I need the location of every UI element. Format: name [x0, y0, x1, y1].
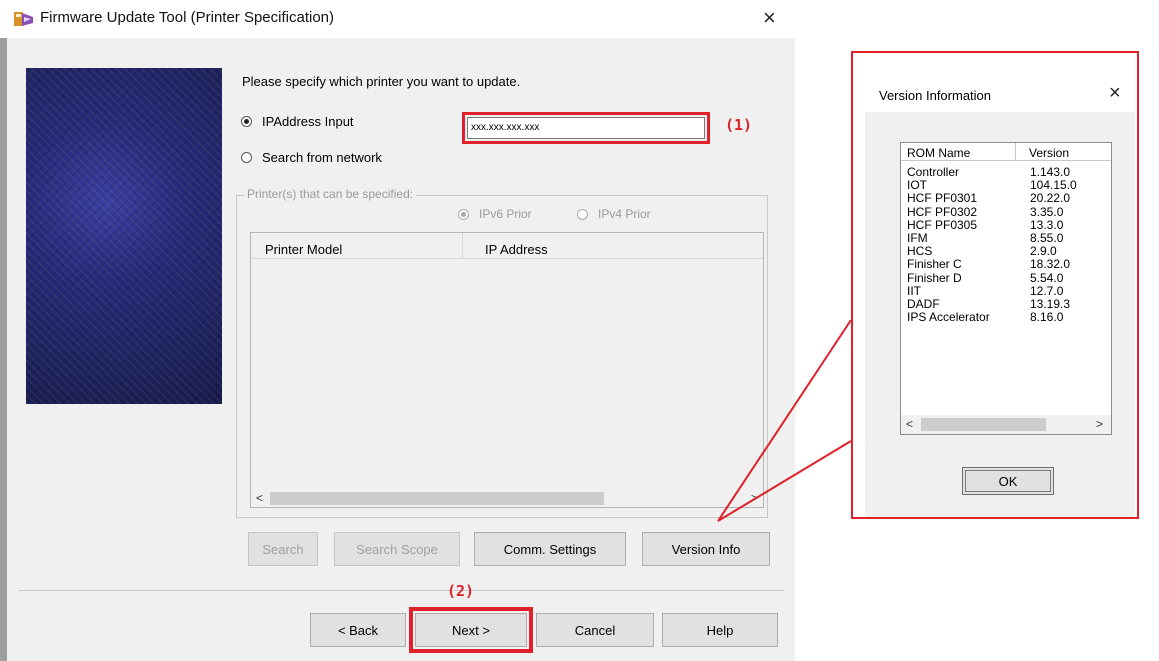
back-button[interactable]: < Back	[310, 613, 406, 647]
close-icon[interactable]: ×	[763, 5, 776, 31]
rom-row[interactable]: Finisher D 5.54.0	[901, 270, 1111, 285]
rom-name: HCF PF0305	[907, 217, 978, 232]
rom-version: 18.32.0	[1030, 257, 1071, 272]
rom-row[interactable]: IFM 8.55.0	[901, 231, 1111, 245]
rom-row[interactable]: IOT 104.15.0	[901, 178, 1111, 193]
column-header-ip-address[interactable]: IP Address	[463, 233, 765, 258]
rom-name: IPS Accelerator	[907, 310, 990, 325]
ipv4-prior-label: IPv4 Prior	[598, 207, 651, 221]
rom-name: IFM	[907, 231, 928, 245]
rom-row[interactable]: HCS 2.9.0	[901, 244, 1111, 259]
ok-button-label: OK	[998, 473, 1018, 489]
button-separator	[18, 590, 784, 591]
help-button[interactable]: Help	[662, 613, 778, 647]
comm-settings-button[interactable]: Comm. Settings	[474, 532, 626, 566]
scroll-left-icon[interactable]: <	[906, 417, 913, 431]
scroll-right-icon[interactable]: >	[751, 491, 758, 505]
ip-address-input-label: IPAddress Input	[262, 114, 354, 129]
rom-row[interactable]: HCF PF0301 20.22.0	[901, 191, 1111, 206]
column-header-printer-model[interactable]: Printer Model	[251, 233, 463, 258]
rom-name: Finisher D	[907, 270, 962, 285]
printer-list[interactable]: Printer Model IP Address < >	[250, 232, 764, 508]
instruction-text: Please specify which printer you want to…	[242, 74, 521, 89]
rom-name: IOT	[907, 178, 927, 193]
ipv6-prior-label: IPv6 Prior	[479, 207, 532, 221]
next-button[interactable]: Next >	[409, 607, 533, 653]
search-from-network-label: Search from network	[262, 150, 382, 165]
column-header-version[interactable]: Version	[1016, 143, 1111, 161]
search-scope-button[interactable]: Search Scope	[334, 532, 460, 566]
cancel-button[interactable]: Cancel	[536, 613, 654, 647]
scrollbar-thumb[interactable]	[270, 492, 604, 505]
rom-version-list[interactable]: ROM Name Version Controller 1.143.0 IOT 104…	[900, 142, 1112, 435]
horizontal-scrollbar[interactable]: < >	[901, 415, 1111, 434]
rom-version: 8.16.0	[1030, 310, 1064, 325]
scrollbar-thumb[interactable]	[921, 418, 1046, 431]
close-icon[interactable]: ×	[1109, 82, 1121, 105]
rom-version: 13.19.3	[1030, 297, 1071, 311]
rom-version: 8.55.0	[1030, 231, 1064, 245]
window-title: Firmware Update Tool (Printer Specificat…	[40, 9, 335, 26]
rom-version: 2.9.0	[1030, 244, 1057, 259]
rom-name: HCF PF0301	[907, 191, 978, 206]
radio-unselected-icon[interactable]	[241, 152, 252, 163]
scroll-right-icon[interactable]: >	[1096, 417, 1103, 431]
version-info-button[interactable]: Version Info	[642, 532, 770, 566]
rom-version: 5.54.0	[1030, 270, 1064, 285]
rom-version: 3.35.0	[1030, 204, 1064, 219]
rom-version: 20.22.0	[1030, 191, 1071, 206]
rom-version: 1.143.0	[1030, 165, 1071, 179]
rom-name: IIT	[907, 283, 921, 298]
window-border	[0, 38, 7, 661]
horizontal-scrollbar[interactable]: < >	[251, 490, 763, 507]
search-button[interactable]: Search	[248, 532, 318, 566]
ipv4-prior-option[interactable]: IPv4 Prior	[577, 207, 651, 221]
version-dialog-title: Version Information	[879, 88, 992, 103]
rom-row[interactable]: IIT 12.7.0	[901, 283, 1111, 298]
rom-row[interactable]: HCF PF0305 13.3.0	[901, 217, 1111, 232]
rom-version: 104.15.0	[1030, 178, 1077, 193]
rom-row[interactable]: Controller 1.143.0	[901, 165, 1111, 179]
rom-name: DADF	[907, 297, 940, 311]
radio-unselected-icon[interactable]	[577, 208, 588, 220]
firmware-app-icon	[14, 12, 33, 26]
scroll-left-icon[interactable]: <	[256, 491, 263, 505]
wizard-side-image	[26, 68, 222, 404]
rom-name: HCF PF0302	[907, 204, 978, 219]
radio-selected-icon[interactable]	[241, 116, 252, 127]
rom-row[interactable]: Finisher C 18.32.0	[901, 257, 1111, 272]
rom-name: Finisher C	[907, 257, 962, 272]
printer-list-header: Printer Model IP Address	[251, 233, 763, 259]
printer-group-title: Printer(s) that can be specified:	[244, 187, 417, 201]
rom-row[interactable]: HCF PF0302 3.35.0	[901, 204, 1111, 219]
ok-button[interactable]: OK	[962, 467, 1054, 495]
callout-1-label: (1)	[725, 116, 753, 134]
rom-version: 12.7.0	[1030, 283, 1064, 298]
rom-name: HCS	[907, 244, 933, 259]
search-from-network-option[interactable]: Search from network	[241, 150, 382, 165]
radio-selected-icon[interactable]	[458, 208, 469, 220]
rom-row[interactable]: DADF 13.19.3	[901, 297, 1111, 311]
rom-version: 13.3.0	[1030, 217, 1064, 232]
ipv6-prior-option[interactable]: IPv6 Prior	[458, 207, 532, 221]
column-header-rom-name[interactable]: ROM Name	[901, 143, 1016, 161]
callout-2-label: (2)	[447, 582, 475, 600]
ip-address-input-option[interactable]: IPAddress Input	[241, 114, 354, 129]
rom-name: Controller	[907, 165, 960, 179]
rom-list-header: ROM Name Version	[901, 143, 1111, 161]
ip-address-field[interactable]: xxx.xxx.xxx.xxx	[462, 112, 710, 144]
rom-row[interactable]: IPS Accelerator 8.16.0	[901, 310, 1111, 325]
